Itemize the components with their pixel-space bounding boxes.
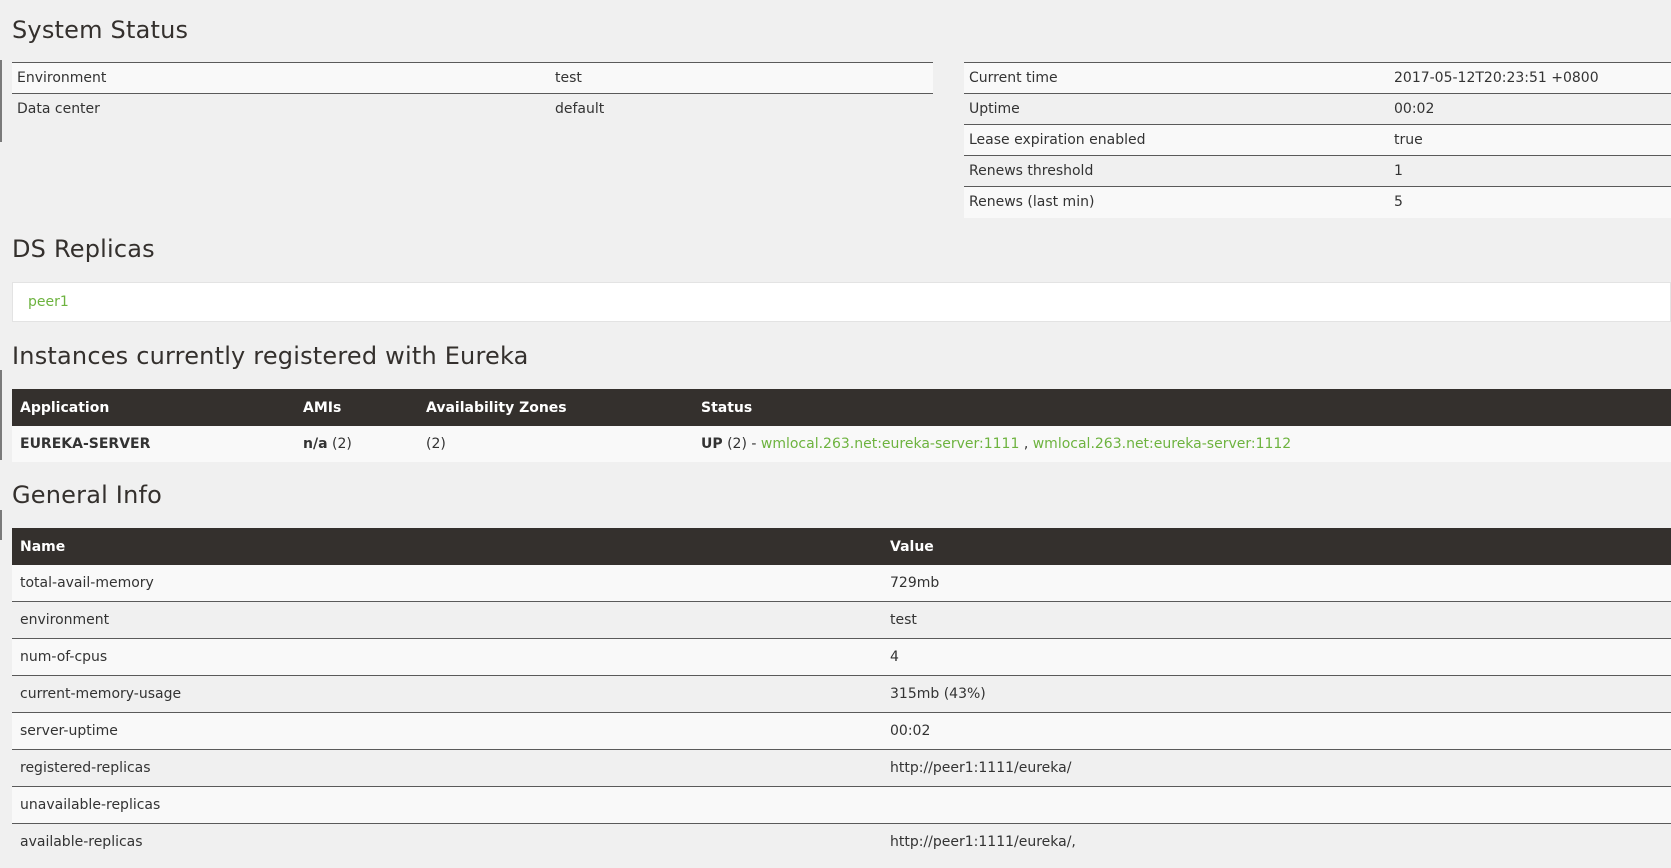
general-info-table: Name Value total-avail-memory 729mb envi… — [12, 528, 1671, 860]
table-row: Uptime 00:02 — [964, 93, 1671, 125]
table-row: environment test — [12, 601, 1671, 639]
table-row: current-memory-usage 315mb (43%) — [12, 675, 1671, 713]
link-separator: , — [1023, 436, 1029, 452]
system-status-table-right: Current time 2017-05-12T20:23:51 +0800 U… — [964, 62, 1671, 218]
info-value: 315mb (43%) — [882, 675, 1671, 713]
status-value: default — [550, 93, 933, 125]
info-name: num-of-cpus — [12, 638, 882, 676]
info-value: test — [882, 601, 1671, 639]
info-name: unavailable-replicas — [12, 786, 882, 824]
info-name: available-replicas — [12, 823, 882, 860]
status-label: Data center — [12, 93, 550, 125]
general-info-title: General Info — [12, 481, 163, 509]
table-header-row: Application AMIs Availability Zones Stat… — [12, 389, 1671, 426]
left-edge-marker — [0, 60, 2, 142]
instance-link-1111[interactable]: wmlocal.263.net:eureka-server:1111 — [761, 436, 1019, 452]
table-row: Lease expiration enabled true — [964, 124, 1671, 156]
table-row: Renews (last min) 5 — [964, 186, 1671, 218]
status-value: 2017-05-12T20:23:51 +0800 — [1389, 62, 1671, 94]
instance-link-1112[interactable]: wmlocal.263.net:eureka-server:1112 — [1033, 436, 1291, 452]
table-row: registered-replicas http://peer1:1111/eu… — [12, 749, 1671, 787]
column-header-availability-zones: Availability Zones — [418, 389, 693, 426]
table-row: num-of-cpus 4 — [12, 638, 1671, 676]
column-header-status: Status — [693, 389, 1671, 426]
status-value: 5 — [1389, 186, 1671, 218]
info-value: 4 — [882, 638, 1671, 676]
status-label: Current time — [964, 62, 1389, 94]
status-count: (2) - — [727, 436, 757, 452]
left-edge-marker — [0, 510, 2, 540]
instance-status: UP (2) - wmlocal.263.net:eureka-server:1… — [693, 426, 1671, 462]
ds-replicas-title: DS Replicas — [12, 235, 155, 263]
column-header-amis: AMIs — [295, 389, 418, 426]
status-value: test — [550, 62, 933, 94]
system-status-title: System Status — [12, 16, 189, 44]
table-row: EUREKA-SERVER n/a (2) (2) UP (2) - wmloc… — [12, 426, 1671, 462]
table-row: unavailable-replicas — [12, 786, 1671, 824]
info-name: current-memory-usage — [12, 675, 882, 713]
table-row: Current time 2017-05-12T20:23:51 +0800 — [964, 62, 1671, 94]
info-value: http://peer1:1111/eureka/ — [882, 749, 1671, 787]
amis-count: (2) — [331, 436, 352, 452]
info-name: environment — [12, 601, 882, 639]
info-value: 00:02 — [882, 712, 1671, 750]
system-status-table-left: Environment test Data center default — [12, 62, 933, 125]
column-header-application: Application — [12, 389, 295, 426]
status-value: true — [1389, 124, 1671, 156]
table-row: Data center default — [12, 93, 933, 125]
status-label: Environment — [12, 62, 550, 94]
table-row: available-replicas http://peer1:1111/eur… — [12, 823, 1671, 860]
table-row: Environment test — [12, 62, 933, 94]
amis-label: n/a — [303, 436, 328, 452]
instances-title: Instances currently registered with Eure… — [12, 342, 529, 370]
status-value: 1 — [1389, 155, 1671, 187]
table-row: Renews threshold 1 — [964, 155, 1671, 187]
instance-application: EUREKA-SERVER — [12, 426, 295, 462]
column-header-name: Name — [12, 528, 882, 565]
column-header-value: Value — [882, 528, 1671, 565]
status-label: Uptime — [964, 93, 1389, 125]
status-label: Renews threshold — [964, 155, 1389, 187]
status-label: Lease expiration enabled — [964, 124, 1389, 156]
eureka-dashboard: System Status Environment test Data cent… — [0, 0, 1671, 868]
left-edge-marker — [0, 370, 2, 460]
replicas-list: peer1 — [12, 282, 1671, 322]
status-value: 00:02 — [1389, 93, 1671, 125]
replica-link-peer1[interactable]: peer1 — [28, 294, 69, 310]
info-name: server-uptime — [12, 712, 882, 750]
table-row: server-uptime 00:02 — [12, 712, 1671, 750]
info-name: registered-replicas — [12, 749, 882, 787]
instance-zones: (2) — [418, 426, 693, 462]
table-row: total-avail-memory 729mb — [12, 565, 1671, 602]
info-value: 729mb — [882, 565, 1671, 602]
info-name: total-avail-memory — [12, 565, 882, 602]
status-label: Renews (last min) — [964, 186, 1389, 218]
table-header-row: Name Value — [12, 528, 1671, 565]
info-value: http://peer1:1111/eureka/, — [882, 823, 1671, 860]
status-label: UP — [701, 436, 723, 452]
instance-amis: n/a (2) — [295, 426, 418, 462]
info-value — [882, 786, 1671, 824]
instances-table: Application AMIs Availability Zones Stat… — [12, 389, 1671, 462]
